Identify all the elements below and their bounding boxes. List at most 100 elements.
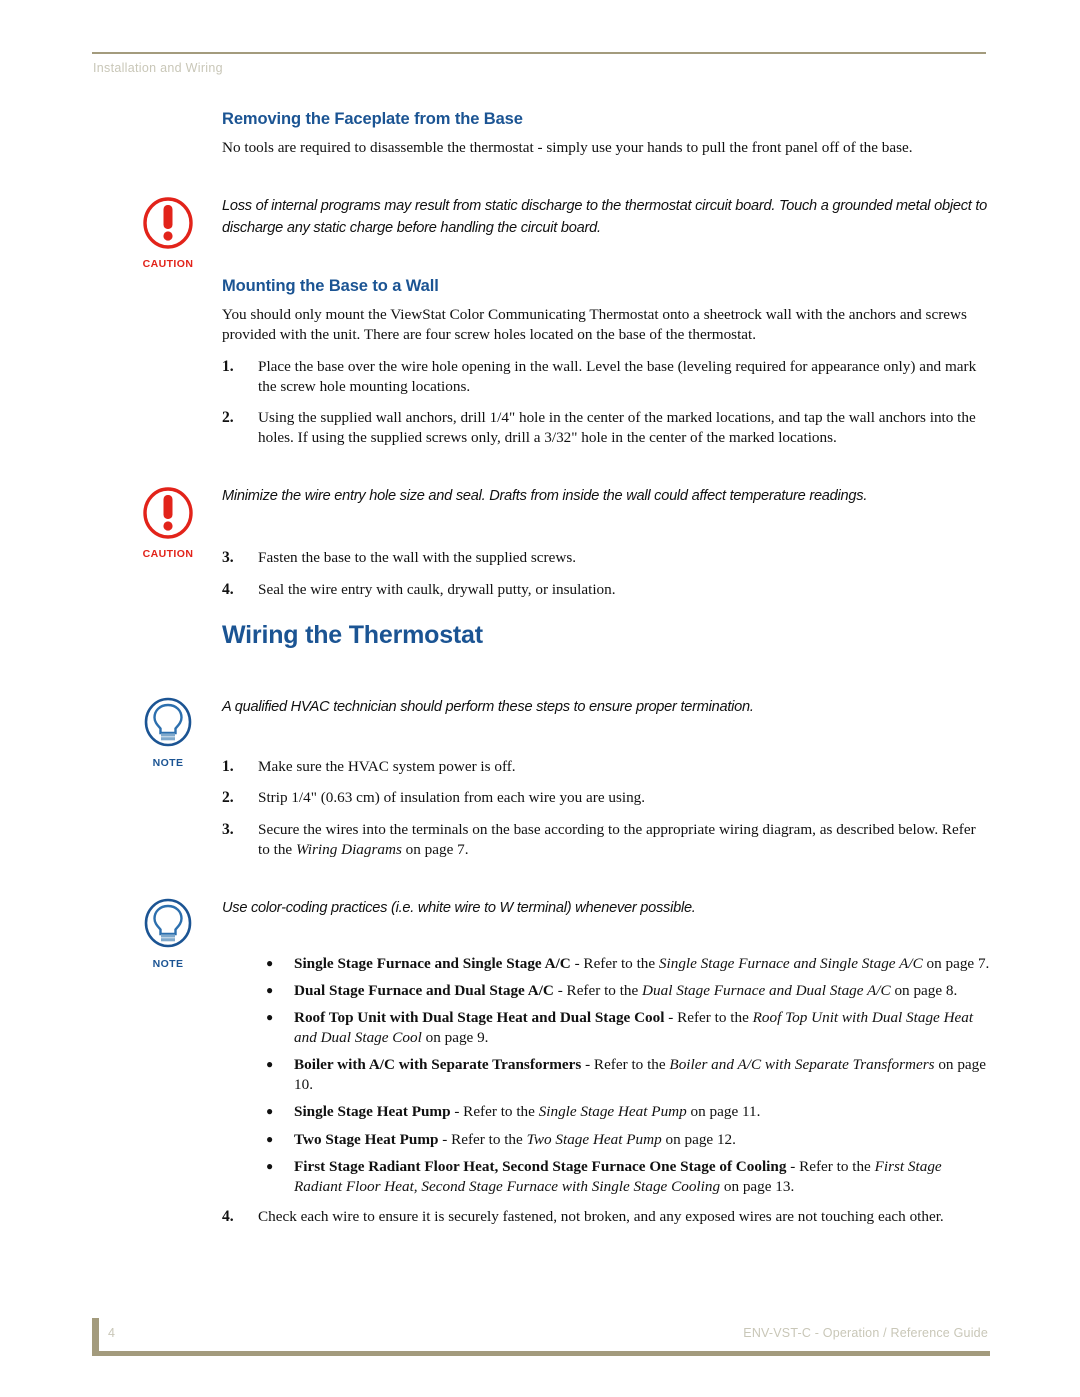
bullet-italic-ref: Single Stage Heat Pump <box>538 1103 687 1121</box>
bullet-text: First Stage Radiant Floor Heat, Second S… <box>294 1157 990 1197</box>
list-item-step: 4. Check each wire to ensure it is secur… <box>222 1207 990 1228</box>
caution-icon <box>143 487 193 540</box>
list-item-step: 2. Using the supplied wall anchors, dril… <box>222 408 990 448</box>
list-item-bullet: ● Two Stage Heat Pump - Refer to the Two… <box>266 1130 990 1150</box>
bullet-tail: on page 12. <box>661 1130 736 1148</box>
note-icon-column-2: NOTE <box>129 898 207 970</box>
bullet-middle: - Refer to the <box>570 955 659 973</box>
caution-icon-label-1: CAUTION <box>142 258 194 271</box>
note-icon-label-1: NOTE <box>152 757 184 770</box>
step-number: 1. <box>222 757 234 775</box>
step-text: Seal the wire entry with caulk, drywall … <box>258 580 616 598</box>
step-text: Secure the wires into the terminals on t… <box>258 820 990 860</box>
step-number: 4. <box>222 1207 234 1225</box>
note-text-1: A qualified HVAC technician should perfo… <box>222 699 754 716</box>
heading-removing-faceplate: Removing the Faceplate from the Base <box>222 110 523 128</box>
note-icon-label-2: NOTE <box>152 957 184 970</box>
caution-block-1: CAUTION Loss of internal programs may re… <box>143 196 990 270</box>
step-text: Place the base over the wire hole openin… <box>258 357 977 395</box>
bullet-marker: ● <box>266 1057 274 1072</box>
list-item-step: 1. Place the base over the wire hole ope… <box>222 357 990 397</box>
bullet-text: Two Stage Heat Pump - Refer to the Two S… <box>294 1130 990 1150</box>
bullet-italic-ref: Dual Stage Furnace and Dual Stage A/C <box>642 982 891 1000</box>
bullet-marker: ● <box>266 1131 274 1146</box>
step-text: Check each wire to ensure it is securely… <box>258 1207 944 1225</box>
bullet-tail: on page 7. <box>922 955 990 973</box>
note-block-2: NOTE Use color-coding practices (i.e. wh… <box>144 898 990 970</box>
list-item-step: 3. Secure the wires into the terminals o… <box>222 820 990 860</box>
bullet-tail: on page 11. <box>686 1103 761 1121</box>
step-number: 2. <box>222 408 234 426</box>
content-column: Removing the Faceplate from the Base No … <box>143 110 990 1228</box>
list-item-bullet: ● Dual Stage Furnace and Dual Stage A/C … <box>266 981 990 1001</box>
list-item-bullet: ● Single Stage Furnace and Single Stage … <box>266 954 990 974</box>
bullet-italic-ref: Single Stage Furnace and Single Stage A/… <box>658 955 923 973</box>
step-number: 3. <box>222 821 234 839</box>
bullet-middle: - Refer to the <box>786 1157 875 1175</box>
caution-icon-column-1: CAUTION <box>129 196 207 270</box>
step3-italic-ref: Wiring Diagrams <box>295 841 402 859</box>
bullet-text: Single Stage Furnace and Single Stage A/… <box>294 954 990 974</box>
note-icon <box>144 698 192 747</box>
document-page: Installation and Wiring Removing the Fac… <box>0 0 1080 1397</box>
caution-text-1: Loss of internal programs may result fro… <box>222 198 988 236</box>
footer-guide-title: ENV-VST-C - Operation / Reference Guide <box>743 1326 988 1340</box>
bullet-middle: - Refer to the <box>553 982 643 1000</box>
bullet-title: Single Stage Heat Pump <box>294 1103 451 1121</box>
list-item-bullet: ● Boiler with A/C with Separate Transfor… <box>266 1055 990 1095</box>
bullet-middle: - Refer to the <box>438 1130 527 1148</box>
caution-icon-column-2: CAUTION <box>129 486 207 560</box>
paragraph-faceplate: No tools are required to disassemble the… <box>222 139 913 156</box>
step-number: 1. <box>222 357 234 375</box>
step-number: 4. <box>222 580 234 598</box>
bullet-title: Boiler with A/C with Separate Transforme… <box>294 1056 582 1074</box>
bullet-marker: ● <box>266 1010 274 1025</box>
bullet-tail: on page 9. <box>421 1029 489 1047</box>
wiring-diagram-bullet-list: ● Single Stage Furnace and Single Stage … <box>266 954 990 1197</box>
bullet-italic-ref: Boiler and A/C with Separate Transformer… <box>669 1056 935 1074</box>
step-text: Using the supplied wall anchors, drill 1… <box>258 408 976 447</box>
bullet-marker: ● <box>266 1158 274 1173</box>
bullet-title: Dual Stage Furnace and Dual Stage A/C <box>294 982 554 1000</box>
bullet-text: Roof Top Unit with Dual Stage Heat and D… <box>294 1008 990 1048</box>
heading-mounting-base: Mounting the Base to a Wall <box>222 277 439 296</box>
bullet-text: Boiler with A/C with Separate Transforme… <box>294 1055 990 1095</box>
note-icon-column-1: NOTE <box>129 697 207 769</box>
caution-icon-label-2: CAUTION <box>142 548 194 561</box>
footer-page-number: 4 <box>108 1326 115 1340</box>
bullet-marker: ● <box>266 956 274 971</box>
bullet-title: Roof Top Unit with Dual Stage Heat and D… <box>294 1009 665 1027</box>
note-icon <box>144 898 192 947</box>
page-footer: 4 ENV-VST-C - Operation / Reference Guid… <box>92 1318 990 1358</box>
caution-icon <box>143 197 193 249</box>
step3-text-after: on page 7. <box>401 841 469 859</box>
footer-horizontal-rule <box>92 1351 990 1356</box>
bullet-tail: on page 8. <box>890 982 958 1000</box>
bullet-marker: ● <box>266 1104 274 1119</box>
bullet-middle: - Refer to the <box>664 1009 753 1027</box>
caution-text-2: Minimize the wire entry hole size and se… <box>222 488 868 505</box>
list-item-step: 1. Make sure the HVAC system power is of… <box>222 757 990 778</box>
bullet-italic-ref: Two Stage Heat Pump <box>526 1130 662 1148</box>
note-block-1: NOTE A qualified HVAC technician should … <box>144 697 990 769</box>
note-text-2: Use color-coding practices (i.e. white w… <box>222 899 696 916</box>
bullet-text: Single Stage Heat Pump - Refer to the Si… <box>294 1102 990 1122</box>
bullet-middle: - Refer to the <box>450 1103 539 1121</box>
list-item-bullet: ● Roof Top Unit with Dual Stage Heat and… <box>266 1008 990 1048</box>
bullet-title: First Stage Radiant Floor Heat, Second S… <box>294 1157 787 1175</box>
list-item-step: 3. Fasten the base to the wall with the … <box>222 548 990 569</box>
running-head: Installation and Wiring <box>93 61 223 75</box>
header-rule <box>92 52 986 54</box>
list-item-bullet: ● Single Stage Heat Pump - Refer to the … <box>266 1102 990 1122</box>
bullet-title: Single Stage Furnace and Single Stage A/… <box>294 955 571 973</box>
step-text: Fasten the base to the wall with the sup… <box>258 548 577 566</box>
paragraph-mounting: You should only mount the ViewStat Color… <box>222 306 967 344</box>
bullet-title: Two Stage Heat Pump <box>294 1130 439 1148</box>
bullet-middle: - Refer to the <box>581 1056 670 1074</box>
caution-block-2: CAUTION Minimize the wire entry hole siz… <box>143 486 990 560</box>
step-number: 2. <box>222 789 234 807</box>
step-number: 3. <box>222 548 234 566</box>
list-item-step: 2. Strip 1/4" (0.63 cm) of insulation fr… <box>222 788 990 809</box>
bullet-text: Dual Stage Furnace and Dual Stage A/C - … <box>294 981 990 1001</box>
bullet-tail: on page 13. <box>720 1177 795 1195</box>
